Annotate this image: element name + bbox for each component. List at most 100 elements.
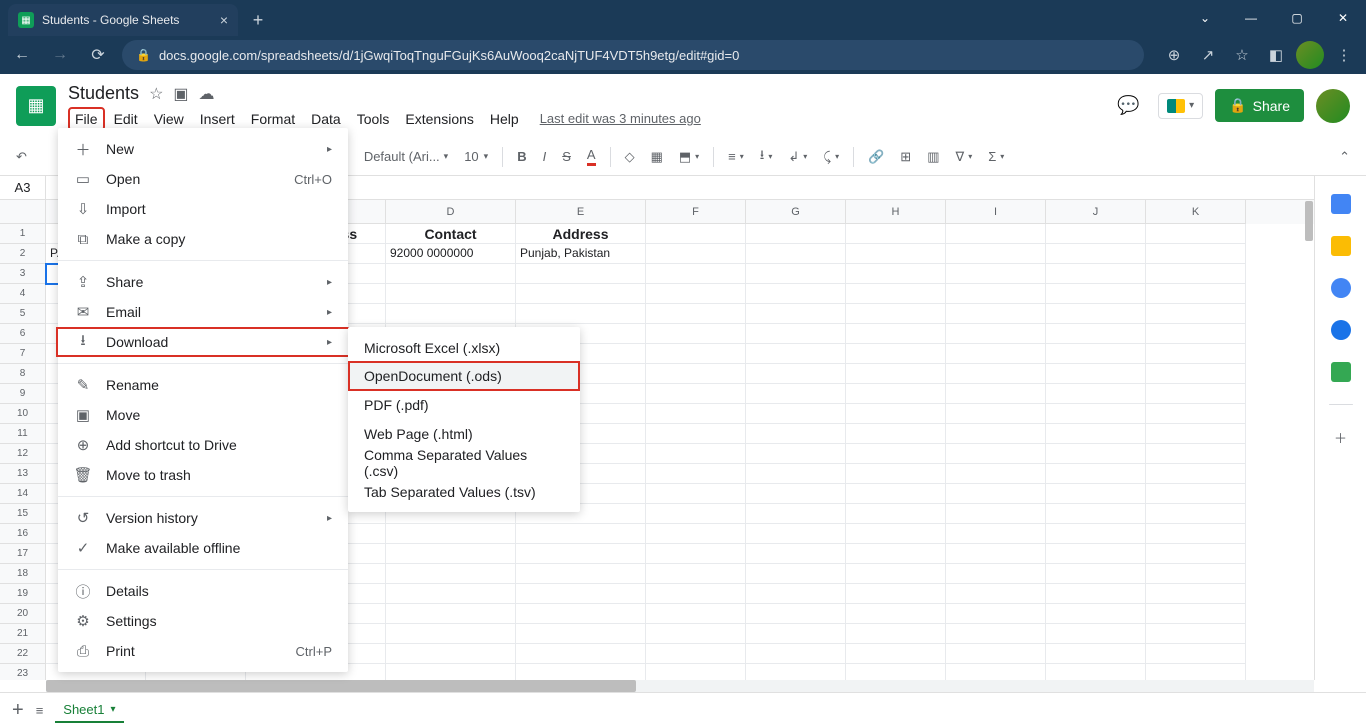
cell[interactable] <box>646 304 746 324</box>
font-size-select[interactable]: 10▾ <box>458 145 494 168</box>
select-all-cell[interactable] <box>0 200 46 224</box>
cell[interactable] <box>846 464 946 484</box>
cell[interactable] <box>646 624 746 644</box>
cell[interactable] <box>846 364 946 384</box>
cell[interactable] <box>746 544 846 564</box>
download-option[interactable]: OpenDocument (.ods) <box>348 361 580 391</box>
cell[interactable] <box>646 644 746 664</box>
cell[interactable] <box>846 564 946 584</box>
file-menu-import[interactable]: ⇩Import <box>58 194 348 224</box>
comments-icon[interactable]: 💬 <box>1110 88 1146 124</box>
row-header[interactable]: 2 <box>0 244 46 264</box>
cell[interactable] <box>1146 484 1246 504</box>
cell[interactable] <box>646 344 746 364</box>
cell[interactable] <box>746 384 846 404</box>
cell[interactable] <box>946 404 1046 424</box>
collapse-toolbar-icon[interactable]: ⌃ <box>1333 145 1356 169</box>
cell[interactable] <box>846 244 946 264</box>
cell[interactable] <box>1046 284 1146 304</box>
row-header[interactable]: 6 <box>0 324 46 344</box>
cell[interactable] <box>646 584 746 604</box>
cell[interactable] <box>846 484 946 504</box>
back-button[interactable]: ← <box>8 41 36 69</box>
cell[interactable] <box>746 484 846 504</box>
file-menu-settings[interactable]: ⚙Settings <box>58 606 348 636</box>
kebab-menu-icon[interactable]: ⋮ <box>1330 41 1358 69</box>
wrap-button[interactable]: ↲ ▾ <box>782 145 813 169</box>
download-option[interactable]: Web Page (.html) <box>348 419 580 448</box>
account-avatar-icon[interactable] <box>1316 89 1350 123</box>
cell[interactable] <box>516 624 646 644</box>
cell[interactable] <box>746 424 846 444</box>
cell[interactable] <box>946 524 1046 544</box>
cell[interactable] <box>386 564 516 584</box>
download-option[interactable]: Comma Separated Values (.csv) <box>348 448 580 477</box>
cell[interactable] <box>846 544 946 564</box>
cell[interactable] <box>946 424 1046 444</box>
tasks-icon[interactable] <box>1331 278 1351 298</box>
cell[interactable] <box>1146 444 1246 464</box>
cell[interactable] <box>1146 244 1246 264</box>
cell[interactable] <box>646 244 746 264</box>
cell[interactable] <box>946 584 1046 604</box>
row-header[interactable]: 11 <box>0 424 46 444</box>
cell[interactable] <box>646 364 746 384</box>
cell[interactable] <box>946 384 1046 404</box>
chart-button[interactable]: ▥ <box>921 145 945 169</box>
cell[interactable] <box>386 664 516 680</box>
cell[interactable] <box>1046 504 1146 524</box>
cell[interactable] <box>946 364 1046 384</box>
cell[interactable] <box>946 644 1046 664</box>
col-header[interactable]: I <box>946 200 1046 224</box>
cell[interactable] <box>746 324 846 344</box>
row-header[interactable]: 22 <box>0 644 46 664</box>
file-menu-version-history[interactable]: ↺Version history▸ <box>58 503 348 533</box>
maximize-window-icon[interactable]: ▢ <box>1274 0 1320 36</box>
v-align-button[interactable]: ⭳ ▾ <box>754 142 779 172</box>
cell[interactable] <box>386 624 516 644</box>
cell[interactable] <box>1046 344 1146 364</box>
cell[interactable] <box>746 364 846 384</box>
cell[interactable] <box>1146 624 1246 644</box>
cell[interactable] <box>516 664 646 680</box>
italic-button[interactable]: I <box>537 145 553 168</box>
cell[interactable] <box>646 564 746 584</box>
cell[interactable] <box>1046 404 1146 424</box>
profile-avatar-icon[interactable] <box>1296 41 1324 69</box>
cell[interactable] <box>946 544 1046 564</box>
minimize-window-icon[interactable]: ― <box>1228 0 1274 36</box>
cell[interactable] <box>516 644 646 664</box>
functions-button[interactable]: Σ ▾ <box>982 145 1010 168</box>
cell[interactable] <box>746 644 846 664</box>
row-header[interactable]: 21 <box>0 624 46 644</box>
col-header[interactable]: J <box>1046 200 1146 224</box>
cell[interactable] <box>1046 464 1146 484</box>
file-menu-make-a-copy[interactable]: ⧉Make a copy <box>58 224 348 254</box>
close-tab-icon[interactable]: × <box>220 12 228 28</box>
cell[interactable] <box>646 424 746 444</box>
cell[interactable] <box>516 264 646 284</box>
file-menu-move[interactable]: ▣Move <box>58 400 348 430</box>
cell[interactable] <box>1046 624 1146 644</box>
all-sheets-button[interactable]: ≡ <box>36 703 44 718</box>
cell[interactable] <box>1046 224 1146 244</box>
file-menu-new[interactable]: ＋New▸ <box>58 134 348 164</box>
new-tab-button[interactable]: + <box>244 6 272 34</box>
maps-icon[interactable] <box>1331 362 1351 382</box>
cell[interactable] <box>746 524 846 544</box>
add-addon-icon[interactable]: ＋ <box>1331 427 1351 447</box>
calendar-icon[interactable] <box>1331 194 1351 214</box>
h-align-button[interactable]: ≡ ▾ <box>722 145 750 168</box>
link-button[interactable]: 🔗 <box>862 145 890 169</box>
row-header[interactable]: 13 <box>0 464 46 484</box>
cell[interactable] <box>946 264 1046 284</box>
keep-icon[interactable] <box>1331 236 1351 256</box>
strike-button[interactable]: S <box>556 145 577 168</box>
chevron-down-icon[interactable]: ▾ <box>110 704 115 715</box>
undo-button[interactable]: ↶ <box>10 145 33 169</box>
cell[interactable] <box>846 444 946 464</box>
cell[interactable] <box>746 584 846 604</box>
cell[interactable] <box>746 664 846 680</box>
row-header[interactable]: 20 <box>0 604 46 624</box>
cell[interactable] <box>946 224 1046 244</box>
